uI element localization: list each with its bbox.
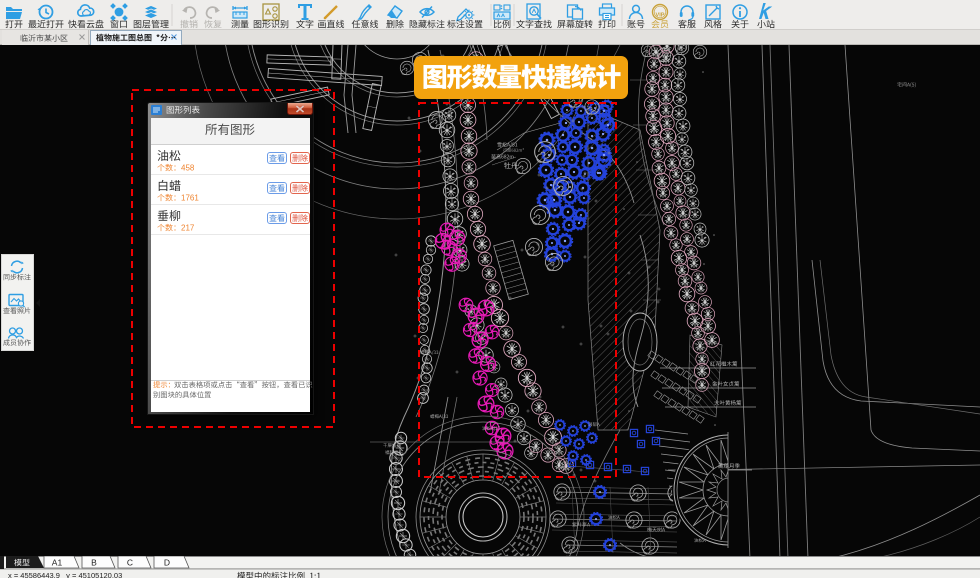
svg-text:VIP: VIP (655, 13, 664, 19)
svg-text:B: B (91, 558, 97, 568)
svg-text:C: C (127, 558, 133, 568)
svg-text:A1: A1 (52, 558, 63, 568)
svg-text:D: D (164, 558, 170, 568)
